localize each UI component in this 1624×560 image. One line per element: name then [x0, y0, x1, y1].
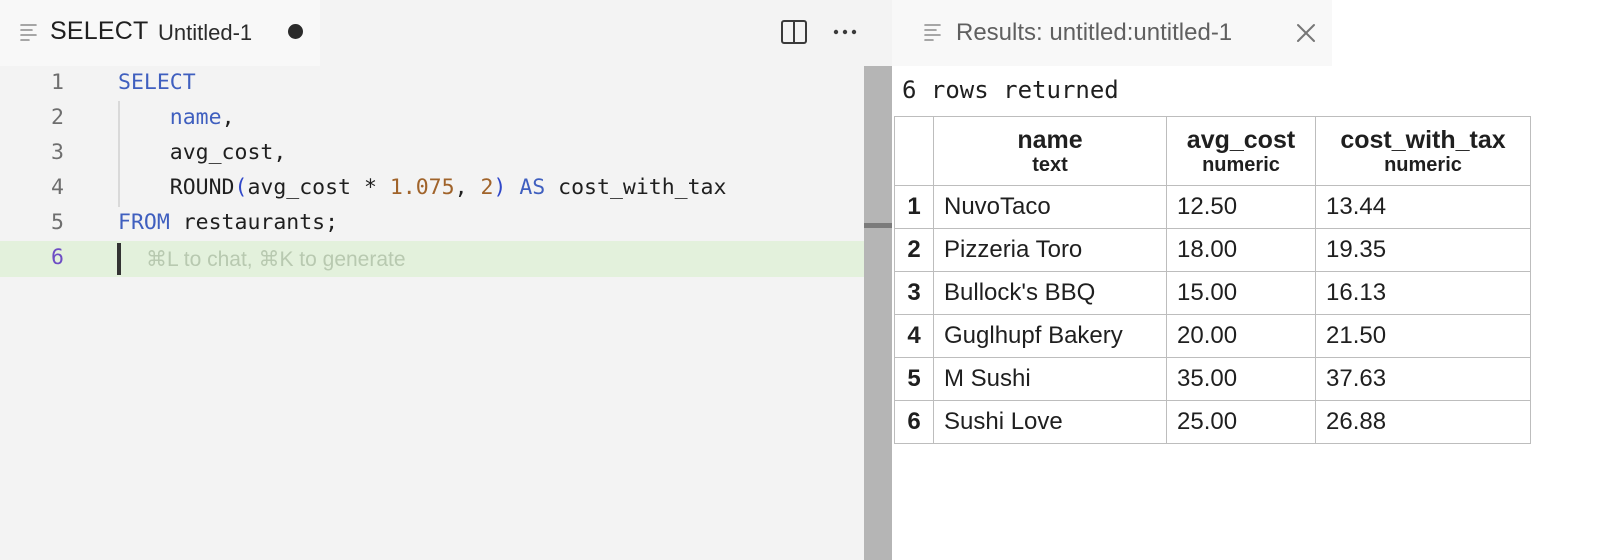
line-code: ROUND(avg_cost * 1.075, 2) AS cost_with_… — [118, 175, 727, 200]
table-row[interactable]: 3 Bullock's BBQ 15.00 16.13 — [894, 271, 1531, 315]
editor-tab-bar: SELECT Untitled-1 — [0, 0, 892, 66]
rows-returned-text: 6 rows returned — [902, 76, 1119, 104]
results-pane: Results: untitled:untitled-1 6 rows retu… — [892, 0, 1624, 560]
avg-cost-cell[interactable]: 18.00 — [1166, 228, 1316, 272]
ellipsis-icon[interactable] — [832, 20, 858, 49]
name-cell[interactable]: M Sushi — [933, 357, 1167, 401]
table-row[interactable]: 5M Sushi 35.00 37.63 — [894, 357, 1531, 401]
line-number: 4 — [51, 175, 64, 200]
avg-cost-cell[interactable]: 15.00 — [1166, 271, 1316, 315]
line-number: 6 — [51, 245, 64, 270]
editor-tab-keyword: SELECT — [50, 17, 149, 45]
cost-with-tax-cell[interactable]: 19.35 — [1315, 228, 1531, 272]
code-token: FROM — [118, 210, 170, 235]
results-table-body: 1 NuvoTaco 12.50 13.44 2 Pizzeria Toro 18.00 19… — [894, 185, 1531, 444]
code-line[interactable]: 3 avg_cost, — [0, 136, 864, 172]
code-token: ) — [493, 175, 507, 200]
code-token: , — [221, 105, 235, 130]
name-cell[interactable]: Pizzeria Toro — [933, 228, 1167, 272]
cost-with-tax-cell[interactable]: 26.88 — [1315, 400, 1531, 444]
line-code: SELECT — [118, 70, 196, 95]
column-header-name[interactable]: name text — [933, 116, 1167, 186]
line-number: 3 — [51, 140, 64, 165]
text-cursor — [117, 243, 121, 275]
line-number: 5 — [51, 210, 64, 235]
code-token: 1.075 — [389, 175, 455, 200]
column-name: avg_cost — [1186, 126, 1296, 154]
code-line[interactable]: 2 name, — [0, 101, 864, 137]
avg-cost-cell[interactable]: 35.00 — [1166, 357, 1316, 401]
cost-with-tax-cell[interactable]: 13.44 — [1315, 185, 1531, 229]
avg-cost-cell[interactable]: 25.00 — [1166, 400, 1316, 444]
name-cell[interactable]: NuvoTaco — [933, 185, 1167, 229]
avg-cost-cell[interactable]: 20.00 — [1166, 314, 1316, 358]
code-token: ( — [234, 175, 248, 200]
editor-scrollbar-thumb[interactable] — [864, 223, 892, 228]
code-line[interactable]: 5 FROM restaurants; — [0, 206, 864, 242]
name-cell[interactable]: Sushi Love — [933, 400, 1167, 444]
row-index-header — [894, 116, 934, 186]
row-index-cell[interactable]: 4 — [894, 314, 934, 358]
table-row[interactable]: 1 NuvoTaco 12.50 13.44 — [894, 185, 1531, 229]
table-row[interactable]: 4 Guglhupf Bakery 20.00 21.50 — [894, 314, 1531, 358]
table-row[interactable]: 6 Sushi Love 25.00 26.88 — [894, 400, 1531, 444]
results-tab-title: Results: untitled:untitled-1 — [956, 19, 1233, 46]
line-code: name, — [118, 105, 235, 130]
line-number: 1 — [51, 70, 64, 95]
code-token: cost_with_tax — [545, 175, 727, 200]
avg-cost-cell[interactable]: 12.50 — [1166, 185, 1316, 229]
split-editor-icon[interactable] — [780, 18, 808, 51]
ghost-hint-text: ⌘L to chat, ⌘K to generate — [146, 248, 406, 271]
row-index-cell[interactable]: 6 — [894, 400, 934, 444]
column-type: text — [1032, 154, 1068, 176]
code-line[interactable]: 1 SELECT — [0, 66, 864, 102]
line-number: 2 — [51, 105, 64, 130]
table-row[interactable]: 2 Pizzeria Toro 18.00 19.35 — [894, 228, 1531, 272]
cost-with-tax-cell[interactable]: 21.50 — [1315, 314, 1531, 358]
results-tab[interactable]: Results: untitled:untitled-1 — [892, 0, 1332, 66]
column-name: cost_with_tax — [1340, 126, 1506, 154]
row-index-cell[interactable]: 2 — [894, 228, 934, 272]
lines-icon — [20, 23, 38, 46]
name-cell[interactable]: Guglhupf Bakery — [933, 314, 1167, 358]
code-line[interactable]: 4 ROUND(avg_cost * 1.075, 2) AS cost_wit… — [0, 171, 864, 207]
results-table: name text avg_cost numeric cost_with_tax… — [894, 116, 1531, 444]
line-code: FROM restaurants; — [118, 210, 338, 235]
code-token: avg_cost * — [247, 175, 390, 200]
name-cell[interactable]: Bullock's BBQ — [933, 271, 1167, 315]
code-token: restaurants; — [169, 210, 339, 235]
code-editor[interactable]: 1 SELECT 2 name, 3 avg_cost, 4 ROUND(avg_cos… — [0, 66, 864, 560]
code-token: ROUND — [118, 175, 235, 200]
editor-tab[interactable]: SELECT Untitled-1 — [0, 0, 320, 66]
row-index-cell[interactable]: 5 — [894, 357, 934, 401]
code-token: name — [169, 105, 222, 130]
editor-scrollbar[interactable] — [864, 66, 892, 560]
column-type: numeric — [1202, 154, 1280, 176]
editor-tab-filename: Untitled-1 — [158, 20, 253, 45]
close-icon[interactable] — [1295, 22, 1317, 49]
editor-pane: SELECT Untitled-1 1 SELECT 2 name, 3 avg_co… — [0, 0, 892, 560]
code-token: avg_cost, — [118, 140, 287, 165]
unsaved-dot-icon[interactable] — [288, 24, 303, 39]
code-line[interactable]: 6 ⌘L to chat, ⌘K to generate — [0, 241, 864, 277]
column-name: name — [1017, 126, 1083, 154]
cost-with-tax-cell[interactable]: 37.63 — [1315, 357, 1531, 401]
line-code: avg_cost, — [118, 140, 287, 165]
results-tab-bar: Results: untitled:untitled-1 — [892, 0, 1624, 66]
column-header-avg-cost[interactable]: avg_cost numeric — [1166, 116, 1316, 186]
code-token: 2 — [480, 175, 494, 200]
column-header-cost-with-tax[interactable]: cost_with_tax numeric — [1315, 116, 1531, 186]
row-index-cell[interactable]: 1 — [894, 185, 934, 229]
code-token: , — [454, 175, 481, 200]
row-index-cell[interactable]: 3 — [894, 271, 934, 315]
cost-with-tax-cell[interactable]: 16.13 — [1315, 271, 1531, 315]
code-token: SELECT — [118, 70, 196, 95]
column-type: numeric — [1384, 154, 1462, 176]
code-token: AS — [519, 175, 546, 200]
table-header-row: name text avg_cost numeric cost_with_tax… — [894, 116, 1531, 186]
lines-icon — [924, 23, 942, 46]
